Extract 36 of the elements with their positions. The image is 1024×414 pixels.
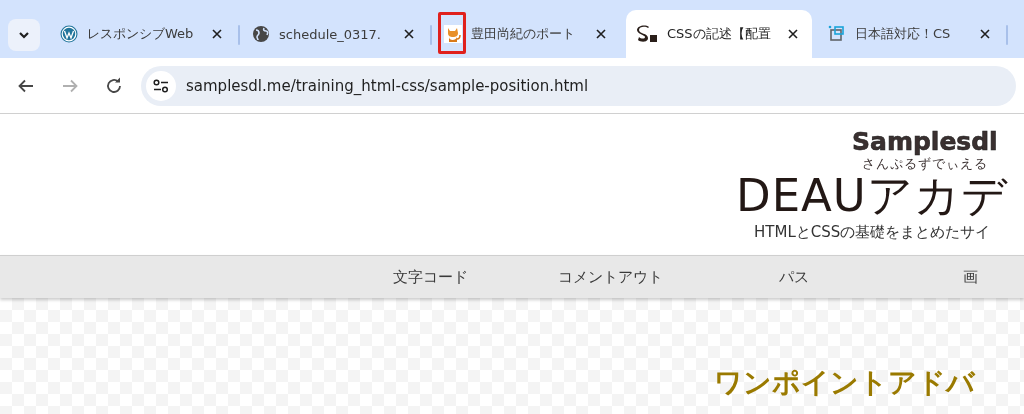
tab-title: schedule_0317. [279,26,382,42]
wordpress-icon [60,25,78,43]
logo-text[interactable]: Samplesdl [852,128,998,156]
logo-reading: さんぷるずでぃえる [861,156,988,171]
tune-icon [153,78,169,93]
browser-tab[interactable]: 日本語対応！CS [818,10,1004,58]
browser-tab[interactable]: schedule_0317. [242,10,428,58]
close-icon[interactable] [788,29,798,39]
image-frame-icon [828,25,846,43]
nav-link[interactable]: パス [779,267,809,287]
nav-link[interactable]: 文字コード [393,267,468,287]
nav-link[interactable]: 画 [963,267,978,287]
tab-title: 日本語対応！CS [855,25,952,43]
cat-icon [444,25,462,43]
address-bar[interactable]: samplesdl.me/training_html-css/sample-position.html [141,65,1016,106]
reload-icon[interactable] [105,76,123,95]
chevron-down-icon [18,31,30,39]
s-logo-icon [636,25,658,43]
tab-title: CSSの記述【配置 [667,25,772,43]
url-text: samplesdl.me/training_html-css/sample-position.html [186,76,589,95]
close-icon[interactable] [404,29,414,39]
close-icon[interactable] [212,29,222,39]
close-icon[interactable] [596,29,606,39]
browser-tab[interactable]: CSSの記述【配置 [626,10,812,58]
site-tagline: HTMLとCSSの基礎をまとめたサイ [754,222,991,243]
site-info-button[interactable] [146,70,176,101]
browser-tab[interactable]: 豊田尚紀のポート [434,10,620,58]
close-icon[interactable] [980,29,990,39]
site-title: DEAUアカデ [736,171,1008,221]
browser-tab[interactable]: レスポンシブWeb [50,10,236,58]
tab-title: 豊田尚紀のポート [471,25,576,43]
tab-search-button[interactable] [8,19,40,51]
nav-link[interactable]: コメントアウト [558,267,663,287]
globe-icon [252,25,270,43]
tab-title: レスポンシブWeb [87,25,195,43]
section-heading: ワンポイントアドバ [714,366,975,399]
